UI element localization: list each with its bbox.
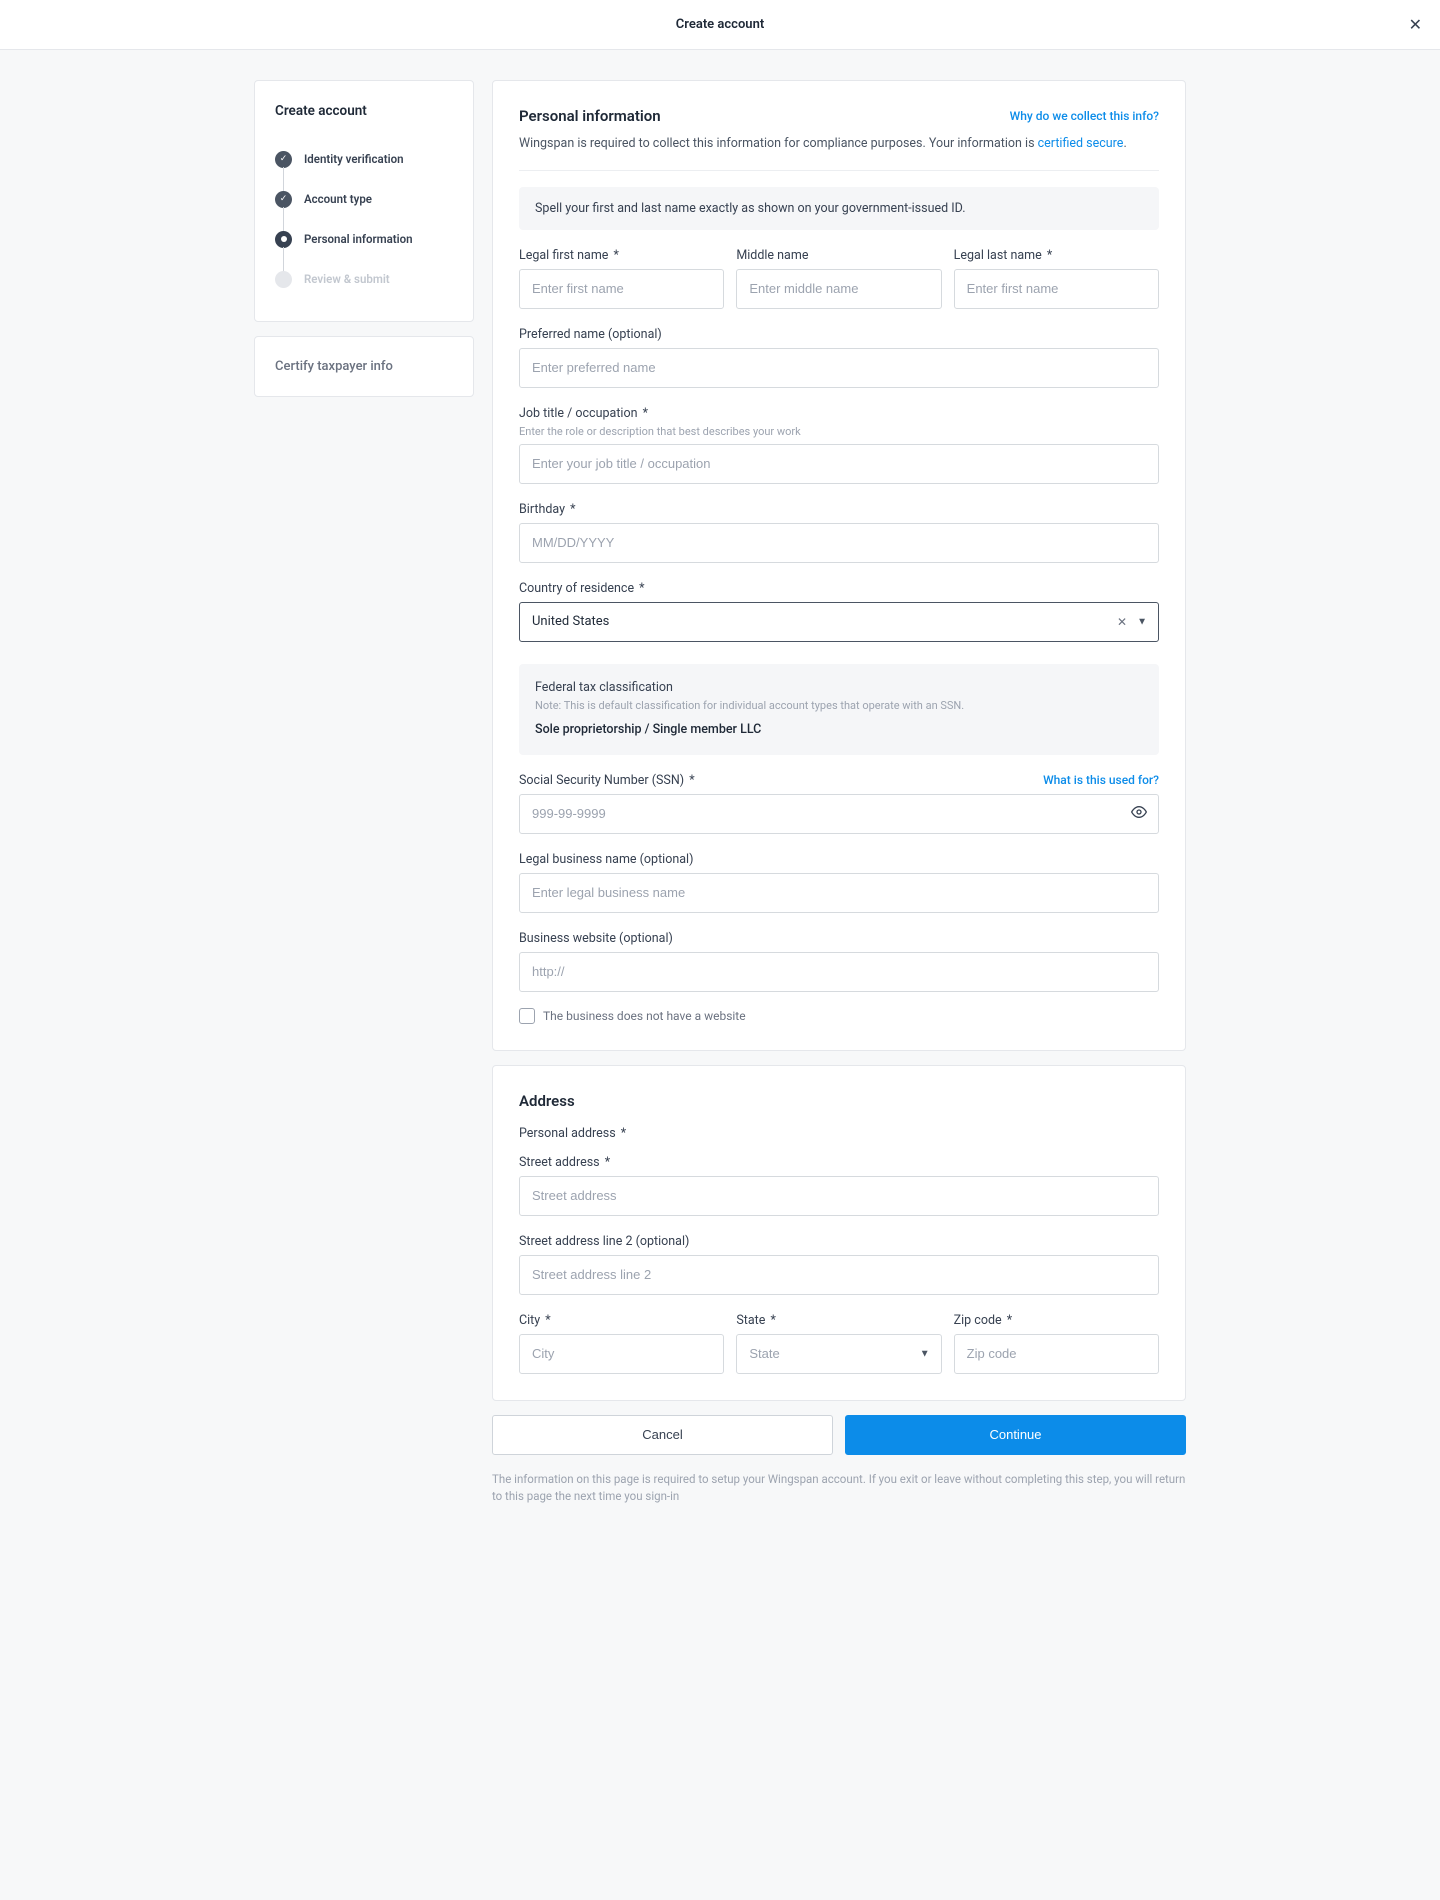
city-label: City *	[519, 1313, 724, 1328]
footer-help-text: The information on this page is required…	[492, 1471, 1186, 1506]
federal-tax-value: Sole proprietorship / Single member LLC	[535, 722, 1143, 737]
zip-input[interactable]	[954, 1334, 1159, 1374]
step-account-type: ✓ Account type	[275, 179, 453, 219]
address-title: Address	[519, 1092, 1159, 1110]
check-icon: ✓	[275, 191, 292, 208]
ssn-input[interactable]	[519, 794, 1159, 834]
city-input[interactable]	[519, 1334, 724, 1374]
last-name-input[interactable]	[954, 269, 1159, 309]
header-title: Create account	[676, 17, 764, 32]
preferred-name-input[interactable]	[519, 348, 1159, 388]
ssn-label: Social Security Number (SSN) *	[519, 773, 695, 788]
birthday-label: Birthday *	[519, 502, 1159, 517]
step-label: Personal information	[304, 232, 413, 246]
panel-title: Personal information	[519, 107, 661, 125]
country-value: United States	[532, 614, 609, 629]
middle-name-input[interactable]	[736, 269, 941, 309]
zip-label: Zip code *	[954, 1313, 1159, 1328]
legal-business-input[interactable]	[519, 873, 1159, 913]
header-bar: Create account ✕	[0, 0, 1440, 50]
job-title-input[interactable]	[519, 444, 1159, 484]
certify-taxpayer-label: Certify taxpayer info	[275, 359, 453, 374]
step-personal-information: Personal information	[275, 219, 453, 259]
why-collect-link[interactable]: Why do we collect this info?	[1010, 109, 1159, 123]
ssn-help-link[interactable]: What is this used for?	[1043, 773, 1159, 787]
street2-label: Street address line 2 (optional)	[519, 1234, 1159, 1249]
no-website-checkbox[interactable]	[519, 1008, 535, 1024]
close-button[interactable]: ✕	[1409, 15, 1422, 35]
legal-business-label: Legal business name (optional)	[519, 852, 1159, 867]
last-name-label: Legal last name *	[954, 248, 1159, 263]
federal-tax-note: Note: This is default classification for…	[535, 699, 1143, 712]
first-name-input[interactable]	[519, 269, 724, 309]
federal-tax-title: Federal tax classification	[535, 680, 1143, 695]
street2-input[interactable]	[519, 1255, 1159, 1295]
future-step-icon	[275, 271, 292, 288]
desc-suffix: .	[1123, 136, 1126, 151]
website-label: Business website (optional)	[519, 931, 1159, 946]
step-label: Identity verification	[304, 152, 404, 166]
continue-button[interactable]: Continue	[845, 1415, 1186, 1455]
personal-info-panel: Personal information Why do we collect t…	[492, 80, 1186, 1051]
birthday-input[interactable]	[519, 523, 1159, 563]
country-select[interactable]: United States	[519, 602, 1159, 642]
progress-title: Create account	[275, 103, 453, 119]
step-identity-verification: ✓ Identity verification	[275, 139, 453, 179]
desc-prefix: Wingspan is required to collect this inf…	[519, 136, 1038, 151]
street-label: Street address *	[519, 1155, 1159, 1170]
close-icon: ✕	[1409, 17, 1422, 34]
progress-card: Create account ✓ Identity verification ✓…	[254, 80, 474, 322]
middle-name-label: Middle name	[736, 248, 941, 263]
federal-tax-box: Federal tax classification Note: This is…	[519, 664, 1159, 755]
eye-icon[interactable]	[1131, 804, 1147, 824]
job-title-help: Enter the role or description that best …	[519, 425, 1159, 438]
clear-icon[interactable]: ✕	[1117, 615, 1127, 629]
cancel-button[interactable]: Cancel	[492, 1415, 833, 1455]
preferred-name-label: Preferred name (optional)	[519, 327, 1159, 342]
certify-taxpayer-card[interactable]: Certify taxpayer info	[254, 336, 474, 397]
id-spelling-note: Spell your first and last name exactly a…	[519, 187, 1159, 230]
panel-description: Wingspan is required to collect this inf…	[519, 135, 1159, 171]
no-website-label: The business does not have a website	[543, 1009, 746, 1023]
address-subtitle: Personal address *	[519, 1126, 1159, 1141]
address-panel: Address Personal address * Street addres…	[492, 1065, 1186, 1401]
street-input[interactable]	[519, 1176, 1159, 1216]
certified-secure-link[interactable]: certified secure	[1038, 136, 1124, 151]
step-label: Account type	[304, 192, 372, 206]
step-review-submit: Review & submit	[275, 259, 453, 299]
current-step-icon	[275, 231, 292, 248]
state-label: State *	[736, 1313, 941, 1328]
check-icon: ✓	[275, 151, 292, 168]
step-label: Review & submit	[304, 272, 390, 286]
first-name-label: Legal first name *	[519, 248, 724, 263]
website-input[interactable]	[519, 952, 1159, 992]
state-select[interactable]	[736, 1334, 941, 1374]
job-title-label: Job title / occupation *	[519, 406, 1159, 421]
country-label: Country of residence *	[519, 581, 1159, 596]
